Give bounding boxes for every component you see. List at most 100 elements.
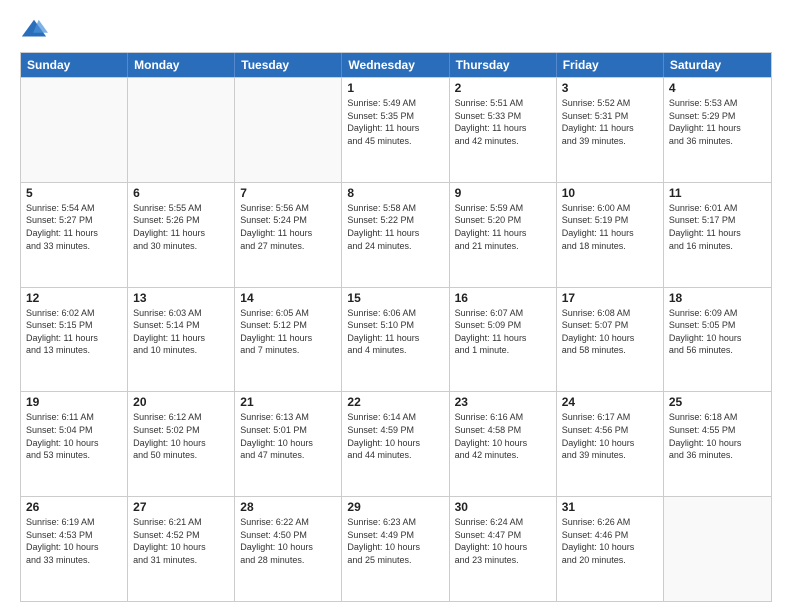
calendar: SundayMondayTuesdayWednesdayThursdayFrid… xyxy=(20,52,772,602)
day-info: Sunrise: 6:23 AM Sunset: 4:49 PM Dayligh… xyxy=(347,516,443,566)
calendar-cell: 17 Sunrise: 6:08 AM Sunset: 5:07 PM Dayli… xyxy=(557,288,664,392)
day-number: 10 xyxy=(562,186,658,200)
day-info: Sunrise: 6:08 AM Sunset: 5:07 PM Dayligh… xyxy=(562,307,658,357)
weekday-header: Saturday xyxy=(664,53,771,77)
day-info: Sunrise: 6:02 AM Sunset: 5:15 PM Dayligh… xyxy=(26,307,122,357)
calendar-cell: 31 Sunrise: 6:26 AM Sunset: 4:46 PM Dayli… xyxy=(557,497,664,601)
day-number: 22 xyxy=(347,395,443,409)
day-number: 19 xyxy=(26,395,122,409)
day-info: Sunrise: 6:12 AM Sunset: 5:02 PM Dayligh… xyxy=(133,411,229,461)
calendar-cell: 22 Sunrise: 6:14 AM Sunset: 4:59 PM Dayli… xyxy=(342,392,449,496)
calendar-row: 5Sunrise: 5:54 AM Sunset: 5:27 PM Daylig… xyxy=(21,182,771,287)
calendar-cell: 8Sunrise: 5:58 AM Sunset: 5:22 PM Daylig… xyxy=(342,183,449,287)
day-number: 28 xyxy=(240,500,336,514)
day-number: 12 xyxy=(26,291,122,305)
calendar-cell: 10Sunrise: 6:00 AM Sunset: 5:19 PM Dayli… xyxy=(557,183,664,287)
calendar-cell: 27 Sunrise: 6:21 AM Sunset: 4:52 PM Dayli… xyxy=(128,497,235,601)
calendar-row: 19 Sunrise: 6:11 AM Sunset: 5:04 PM Dayli… xyxy=(21,391,771,496)
day-info: Sunrise: 5:56 AM Sunset: 5:24 PM Dayligh… xyxy=(240,202,336,252)
calendar-row: 26Sunrise: 6:19 AM Sunset: 4:53 PM Dayli… xyxy=(21,496,771,601)
day-info: Sunrise: 5:52 AM Sunset: 5:31 PM Dayligh… xyxy=(562,97,658,147)
weekday-header: Sunday xyxy=(21,53,128,77)
calendar-row: 12 Sunrise: 6:02 AM Sunset: 5:15 PM Dayli… xyxy=(21,287,771,392)
day-info: Sunrise: 6:26 AM Sunset: 4:46 PM Dayligh… xyxy=(562,516,658,566)
day-info: Sunrise: 6:18 AM Sunset: 4:55 PM Dayligh… xyxy=(669,411,766,461)
day-number: 21 xyxy=(240,395,336,409)
calendar-cell: 16 Sunrise: 6:07 AM Sunset: 5:09 PM Dayli… xyxy=(450,288,557,392)
day-number: 5 xyxy=(26,186,122,200)
calendar-cell: 4Sunrise: 5:53 AM Sunset: 5:29 PM Daylig… xyxy=(664,78,771,182)
day-number: 17 xyxy=(562,291,658,305)
calendar-cell xyxy=(128,78,235,182)
day-info: Sunrise: 6:22 AM Sunset: 4:50 PM Dayligh… xyxy=(240,516,336,566)
logo xyxy=(20,16,52,44)
day-number: 14 xyxy=(240,291,336,305)
day-info: Sunrise: 6:21 AM Sunset: 4:52 PM Dayligh… xyxy=(133,516,229,566)
calendar-cell: 23 Sunrise: 6:16 AM Sunset: 4:58 PM Dayli… xyxy=(450,392,557,496)
day-info: Sunrise: 6:17 AM Sunset: 4:56 PM Dayligh… xyxy=(562,411,658,461)
day-number: 29 xyxy=(347,500,443,514)
calendar-cell: 29 Sunrise: 6:23 AM Sunset: 4:49 PM Dayli… xyxy=(342,497,449,601)
calendar-cell: 20 Sunrise: 6:12 AM Sunset: 5:02 PM Dayli… xyxy=(128,392,235,496)
day-number: 23 xyxy=(455,395,551,409)
weekday-header: Tuesday xyxy=(235,53,342,77)
day-number: 2 xyxy=(455,81,551,95)
weekday-header: Monday xyxy=(128,53,235,77)
day-number: 11 xyxy=(669,186,766,200)
day-info: Sunrise: 6:16 AM Sunset: 4:58 PM Dayligh… xyxy=(455,411,551,461)
calendar-header: SundayMondayTuesdayWednesdayThursdayFrid… xyxy=(21,53,771,77)
day-number: 1 xyxy=(347,81,443,95)
day-number: 18 xyxy=(669,291,766,305)
calendar-cell xyxy=(235,78,342,182)
calendar-cell xyxy=(664,497,771,601)
calendar-cell: 9 Sunrise: 5:59 AM Sunset: 5:20 PM Daylig… xyxy=(450,183,557,287)
day-info: Sunrise: 6:06 AM Sunset: 5:10 PM Dayligh… xyxy=(347,307,443,357)
day-info: Sunrise: 6:07 AM Sunset: 5:09 PM Dayligh… xyxy=(455,307,551,357)
day-number: 24 xyxy=(562,395,658,409)
day-info: Sunrise: 5:59 AM Sunset: 5:20 PM Dayligh… xyxy=(455,202,551,252)
calendar-cell: 25Sunrise: 6:18 AM Sunset: 4:55 PM Dayli… xyxy=(664,392,771,496)
calendar-cell: 6Sunrise: 5:55 AM Sunset: 5:26 PM Daylig… xyxy=(128,183,235,287)
weekday-header: Thursday xyxy=(450,53,557,77)
day-info: Sunrise: 6:01 AM Sunset: 5:17 PM Dayligh… xyxy=(669,202,766,252)
day-number: 6 xyxy=(133,186,229,200)
calendar-cell: 1Sunrise: 5:49 AM Sunset: 5:35 PM Daylig… xyxy=(342,78,449,182)
day-number: 16 xyxy=(455,291,551,305)
day-number: 31 xyxy=(562,500,658,514)
day-number: 4 xyxy=(669,81,766,95)
calendar-cell: 7 Sunrise: 5:56 AM Sunset: 5:24 PM Daylig… xyxy=(235,183,342,287)
calendar-cell: 26Sunrise: 6:19 AM Sunset: 4:53 PM Dayli… xyxy=(21,497,128,601)
day-number: 3 xyxy=(562,81,658,95)
day-number: 9 xyxy=(455,186,551,200)
calendar-cell: 18 Sunrise: 6:09 AM Sunset: 5:05 PM Dayli… xyxy=(664,288,771,392)
calendar-body: 1Sunrise: 5:49 AM Sunset: 5:35 PM Daylig… xyxy=(21,77,771,601)
calendar-cell: 24 Sunrise: 6:17 AM Sunset: 4:56 PM Dayli… xyxy=(557,392,664,496)
calendar-row: 1Sunrise: 5:49 AM Sunset: 5:35 PM Daylig… xyxy=(21,77,771,182)
calendar-cell: 28 Sunrise: 6:22 AM Sunset: 4:50 PM Dayli… xyxy=(235,497,342,601)
day-number: 7 xyxy=(240,186,336,200)
day-number: 20 xyxy=(133,395,229,409)
day-number: 15 xyxy=(347,291,443,305)
calendar-cell: 12 Sunrise: 6:02 AM Sunset: 5:15 PM Dayli… xyxy=(21,288,128,392)
calendar-cell: 13Sunrise: 6:03 AM Sunset: 5:14 PM Dayli… xyxy=(128,288,235,392)
page: SundayMondayTuesdayWednesdayThursdayFrid… xyxy=(0,0,792,612)
weekday-header: Friday xyxy=(557,53,664,77)
day-number: 13 xyxy=(133,291,229,305)
weekday-header: Wednesday xyxy=(342,53,449,77)
day-info: Sunrise: 6:09 AM Sunset: 5:05 PM Dayligh… xyxy=(669,307,766,357)
header xyxy=(20,16,772,44)
calendar-cell: 19 Sunrise: 6:11 AM Sunset: 5:04 PM Dayli… xyxy=(21,392,128,496)
calendar-cell: 15 Sunrise: 6:06 AM Sunset: 5:10 PM Dayli… xyxy=(342,288,449,392)
calendar-cell: 5Sunrise: 5:54 AM Sunset: 5:27 PM Daylig… xyxy=(21,183,128,287)
day-info: Sunrise: 6:14 AM Sunset: 4:59 PM Dayligh… xyxy=(347,411,443,461)
day-info: Sunrise: 5:58 AM Sunset: 5:22 PM Dayligh… xyxy=(347,202,443,252)
day-number: 27 xyxy=(133,500,229,514)
day-info: Sunrise: 5:51 AM Sunset: 5:33 PM Dayligh… xyxy=(455,97,551,147)
day-info: Sunrise: 6:05 AM Sunset: 5:12 PM Dayligh… xyxy=(240,307,336,357)
calendar-cell: 11 Sunrise: 6:01 AM Sunset: 5:17 PM Dayli… xyxy=(664,183,771,287)
calendar-cell: 14 Sunrise: 6:05 AM Sunset: 5:12 PM Dayli… xyxy=(235,288,342,392)
day-info: Sunrise: 6:19 AM Sunset: 4:53 PM Dayligh… xyxy=(26,516,122,566)
calendar-cell: 30Sunrise: 6:24 AM Sunset: 4:47 PM Dayli… xyxy=(450,497,557,601)
day-info: Sunrise: 6:11 AM Sunset: 5:04 PM Dayligh… xyxy=(26,411,122,461)
day-number: 30 xyxy=(455,500,551,514)
